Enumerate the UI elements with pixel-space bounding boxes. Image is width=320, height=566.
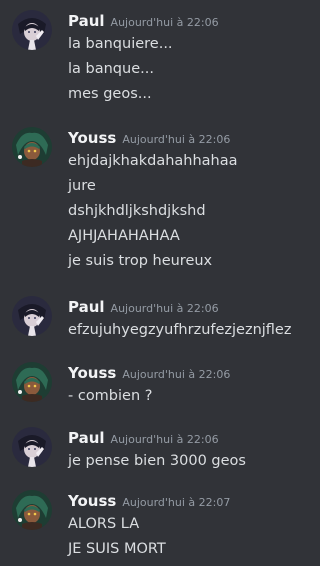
timestamp[interactable]: Aujourd'hui à 22:06 [111, 433, 219, 446]
username[interactable]: Paul [68, 429, 105, 447]
message-line: mes geos... [68, 86, 152, 102]
youss-avatar-icon[interactable] [12, 490, 52, 530]
username[interactable]: Youss [68, 129, 116, 147]
timestamp[interactable]: Aujourd'hui à 22:06 [122, 133, 230, 146]
youss-avatar-icon[interactable] [12, 127, 52, 167]
paul-avatar-icon[interactable] [12, 427, 52, 467]
message-header: Youss Aujourd'hui à 22:07 [68, 490, 230, 512]
username[interactable]: Youss [68, 364, 116, 382]
message-content: je pense bien 3000 geos [68, 449, 246, 474]
message-line: ehjdajkhakdahahhahaa [68, 153, 238, 169]
timestamp[interactable]: Aujourd'hui à 22:06 [111, 16, 219, 29]
message-header: Paul Aujourd'hui à 22:06 [68, 10, 219, 32]
timestamp[interactable]: Aujourd'hui à 22:06 [111, 302, 219, 315]
message-header: Youss Aujourd'hui à 22:06 [68, 127, 230, 149]
username[interactable]: Paul [68, 12, 105, 30]
timestamp[interactable]: Aujourd'hui à 22:06 [122, 368, 230, 381]
message-content: efzujuhyegzyufhrzufezjeznjflez [68, 318, 291, 343]
message-line: efzujuhyegzyufhrzufezjeznjflez [68, 322, 292, 338]
paul-avatar-icon[interactable] [12, 296, 52, 336]
paul-avatar-icon[interactable] [12, 10, 52, 50]
message-header: Paul Aujourd'hui à 22:06 [68, 427, 219, 449]
message-header: Paul Aujourd'hui à 22:06 [68, 296, 219, 318]
timestamp[interactable]: Aujourd'hui à 22:07 [122, 496, 230, 509]
chat-message-list: Paul Aujourd'hui à 22:06 la banquiere... … [0, 0, 311, 566]
username[interactable]: Paul [68, 298, 105, 316]
message-line: jure [68, 178, 96, 194]
message-content: - combien ? [68, 384, 152, 409]
message-header: Youss Aujourd'hui à 22:06 [68, 362, 230, 384]
message-line: JE SUIS MORT [68, 541, 166, 557]
message-line: - combien ? [68, 388, 153, 404]
message-line: AJHJAHAHAHAA [68, 228, 180, 244]
message-content: ALORS LA JE SUIS MORT [68, 512, 166, 562]
message-line: la banque... [68, 61, 154, 77]
message-line: je pense bien 3000 geos [68, 453, 246, 469]
message-content: ehjdajkhakdahahhahaa jure dshjkhdljkshdj… [68, 149, 238, 274]
message-content: la banquiere... la banque... mes geos... [68, 32, 173, 107]
username[interactable]: Youss [68, 492, 116, 510]
message-line: dshjkhdljkshdjkshd [68, 203, 206, 219]
message-line: je suis trop heureux [68, 253, 213, 269]
youss-avatar-icon[interactable] [12, 362, 52, 402]
message-line: ALORS LA [68, 516, 140, 532]
message-line: la banquiere... [68, 36, 173, 52]
